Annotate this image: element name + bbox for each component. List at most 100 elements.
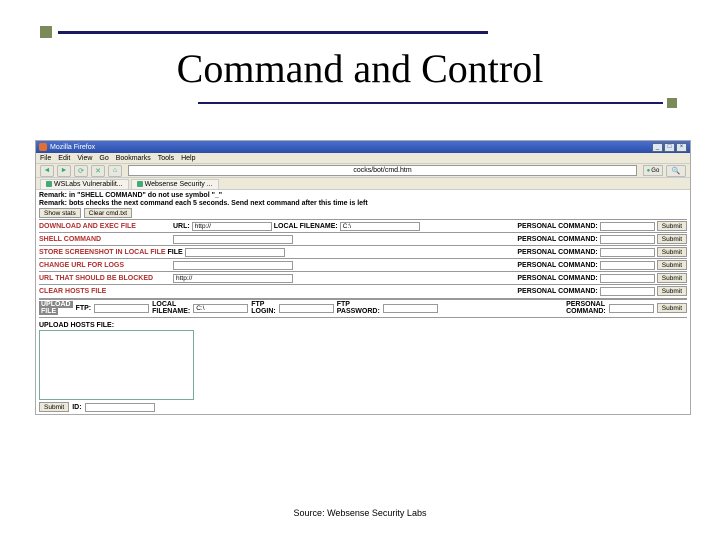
input-personal-cmd[interactable] — [600, 261, 655, 270]
label-store: STORE SCREENSHOT IN LOCAL FILE — [39, 249, 166, 256]
close-button[interactable]: × — [676, 143, 687, 152]
label-block: URL THAT SHOULD BE BLOCKED — [39, 275, 171, 282]
row-store-screenshot: STORE SCREENSHOT IN LOCAL FILE FILE PERS… — [39, 245, 687, 258]
nav-toolbar: ◄ ► ⟳ ✕ ⌂ cocks/bot/cmd.htm ●Go 🔍 — [36, 164, 690, 178]
row-change-log-url: CHANGE URL FOR LOGS PERSONAL COMMAND: Su… — [39, 258, 687, 271]
menu-bar: File Edit View Go Bookmarks Tools Help — [36, 153, 690, 164]
label-file: FILE — [168, 249, 183, 256]
input-ftp-password[interactable] — [383, 304, 438, 313]
window-title: Mozilla Firefox — [50, 144, 95, 151]
submit-button[interactable]: Submit — [657, 247, 687, 257]
menu-edit[interactable]: Edit — [58, 155, 70, 162]
label-personal-cmd: PERSONAL COMMAND: — [517, 275, 597, 282]
input-block[interactable]: http:// — [173, 274, 293, 283]
input-ftp-login[interactable] — [279, 304, 334, 313]
tab-wslabs[interactable]: WSLabs Vulnerabilit... — [40, 179, 129, 189]
address-text: cocks/bot/cmd.htm — [353, 167, 411, 174]
tab-icon — [46, 181, 52, 187]
home-button[interactable]: ⌂ — [108, 165, 122, 177]
submit-button[interactable]: Submit — [657, 260, 687, 270]
stop-button[interactable]: ✕ — [91, 165, 105, 177]
show-stats-button[interactable]: Show stats — [39, 208, 81, 218]
submit-button[interactable]: Submit — [657, 303, 687, 313]
label-ftp-login: FTP LOGIN: — [251, 301, 276, 315]
label-local-filename: LOCAL FILENAME: — [274, 223, 338, 230]
label-personal-cmd: PERSONAL COMMAND: — [517, 262, 597, 269]
label-personal-cmd: PERSONAL COMMAND: — [517, 288, 597, 295]
reload-button[interactable]: ⟳ — [74, 165, 88, 177]
submit-button[interactable]: Submit — [657, 286, 687, 296]
submit-hosts-button[interactable]: Submit — [39, 402, 69, 412]
submit-button[interactable]: Submit — [657, 273, 687, 283]
go-button[interactable]: ●Go — [643, 165, 663, 176]
bullet-square-right — [667, 98, 677, 108]
submit-button[interactable]: Submit — [657, 234, 687, 244]
input-ftp[interactable] — [94, 304, 149, 313]
forward-button[interactable]: ► — [57, 165, 71, 177]
input-url[interactable]: http:// — [192, 222, 272, 231]
firefox-icon — [39, 143, 47, 151]
address-bar[interactable]: cocks/bot/cmd.htm — [128, 165, 637, 176]
remark-1: Remark: in "SHELL COMMAND" do not use sy… — [39, 192, 687, 199]
tab-websense[interactable]: Websense Security ... — [131, 179, 219, 189]
tab-icon — [137, 181, 143, 187]
input-local-filename[interactable]: C:\ — [340, 222, 420, 231]
label-download-exec: DOWNLOAD AND EXEC FILE — [39, 223, 171, 230]
remark-2: Remark: bots checks the next command eac… — [39, 200, 687, 207]
search-button[interactable]: 🔍 — [666, 165, 686, 177]
label-url: URL: — [173, 223, 190, 230]
browser-screenshot: Mozilla Firefox _ □ × File Edit View Go … — [35, 140, 691, 415]
input-personal-cmd[interactable] — [600, 274, 655, 283]
bullet-square-top — [40, 26, 52, 38]
menu-tools[interactable]: Tools — [158, 155, 174, 162]
row-upload-file: UPLOADFILE FTP: LOCAL FILENAME: C:\ FTP … — [39, 299, 687, 316]
input-personal-cmd[interactable] — [609, 304, 654, 313]
label-personal-cmd: PERSONAL COMMAND: — [517, 236, 597, 243]
input-shell[interactable] — [173, 235, 293, 244]
slide-title: Command and Control — [0, 45, 720, 92]
textarea-hosts[interactable] — [39, 330, 194, 400]
input-personal-cmd[interactable] — [600, 287, 655, 296]
label-upload: UPLOADFILE — [39, 301, 73, 315]
menu-go[interactable]: Go — [99, 155, 108, 162]
label-chlog: CHANGE URL FOR LOGS — [39, 262, 171, 269]
clear-cmd-button[interactable]: Clear cmd.txt — [84, 208, 132, 218]
menu-file[interactable]: File — [40, 155, 51, 162]
label-ftp-password: FTP PASSWORD: — [337, 301, 380, 315]
label-personal-cmd: PERSONAL COMMAND: — [517, 223, 597, 230]
input-store-file[interactable] — [185, 248, 285, 257]
menu-help[interactable]: Help — [181, 155, 195, 162]
label-shell: SHELL COMMAND — [39, 236, 171, 243]
label-ftp: FTP: — [76, 305, 92, 312]
input-personal-cmd[interactable] — [600, 248, 655, 257]
label-personal-cmd: PERSONAL COMMAND: — [517, 249, 597, 256]
maximize-button[interactable]: □ — [664, 143, 675, 152]
source-credit: Source: Websense Security Labs — [0, 508, 720, 518]
label-personal-cmd: PERSONALCOMMAND: — [566, 301, 606, 315]
back-button[interactable]: ◄ — [40, 165, 54, 177]
page-content: Remark: in "SHELL COMMAND" do not use sy… — [36, 190, 690, 414]
window-buttons: _ □ × — [652, 143, 687, 152]
submit-button[interactable]: Submit — [657, 221, 687, 231]
label-clearhosts: CLEAR HOSTS FILE — [39, 288, 171, 295]
input-chlog[interactable] — [173, 261, 293, 270]
input-id[interactable] — [85, 403, 155, 412]
slide: Command and Control Mozilla Firefox _ □ … — [0, 0, 720, 540]
bottom-rule — [198, 102, 663, 104]
tab-bar: WSLabs Vulnerabilit... Websense Security… — [36, 178, 690, 190]
row-download-exec: DOWNLOAD AND EXEC FILE URL: http:// LOCA… — [39, 219, 687, 232]
window-titlebar: Mozilla Firefox _ □ × — [36, 141, 690, 153]
input-upload-localfile[interactable]: C:\ — [193, 304, 248, 313]
row-clear-hosts: CLEAR HOSTS FILE PERSONAL COMMAND: Submi… — [39, 284, 687, 297]
minimize-button[interactable]: _ — [652, 143, 663, 152]
label-id: ID: — [72, 404, 81, 411]
label-upload-hosts: UPLOAD HOSTS FILE: — [39, 322, 687, 329]
top-rule — [58, 31, 488, 34]
menu-view[interactable]: View — [77, 155, 92, 162]
menu-bookmarks[interactable]: Bookmarks — [116, 155, 151, 162]
label-local-filename-stack: LOCAL FILENAME: — [152, 301, 190, 315]
row-shell-command: SHELL COMMAND PERSONAL COMMAND: Submit — [39, 232, 687, 245]
input-personal-cmd[interactable] — [600, 222, 655, 231]
row-block-url: URL THAT SHOULD BE BLOCKED http:// PERSO… — [39, 271, 687, 284]
input-personal-cmd[interactable] — [600, 235, 655, 244]
